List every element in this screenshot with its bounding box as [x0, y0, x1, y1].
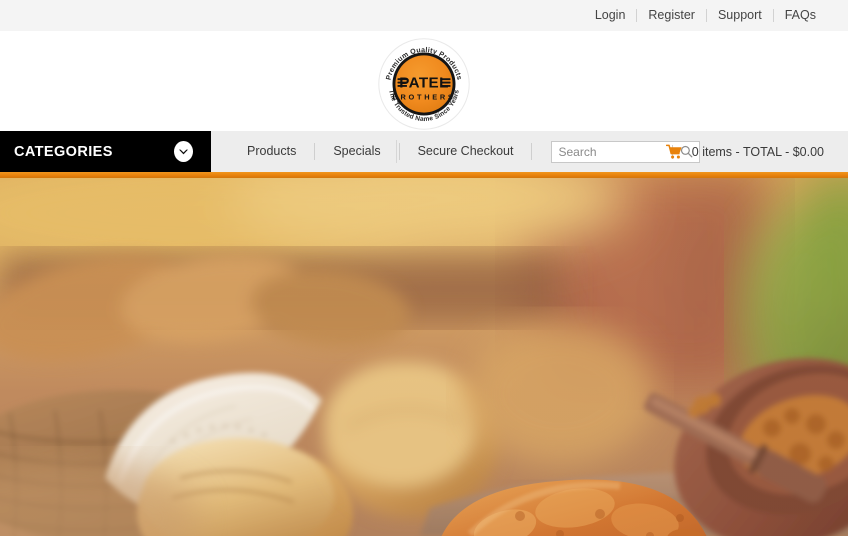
register-link[interactable]: Register: [637, 0, 706, 31]
chevron-down-glyph: [179, 149, 188, 154]
main-navigation-bar: CATEGORIES Products Specials Secure Chec…: [0, 131, 848, 172]
logo-badge-icon: Premium Quality Products The Trusted Nam…: [378, 38, 470, 130]
cart-separator: [396, 140, 397, 163]
svg-text:BROTHERS: BROTHERS: [392, 92, 455, 101]
categories-menu-button[interactable]: CATEGORIES: [0, 131, 211, 172]
chevron-down-icon[interactable]: [174, 141, 193, 162]
site-logo[interactable]: Premium Quality Products The Trusted Nam…: [376, 36, 472, 132]
cart-summary[interactable]: 0 items - TOTAL - $0.00: [665, 144, 824, 160]
top-utility-links: Login Register Support FAQs: [584, 0, 848, 31]
shopping-cart-icon: [665, 144, 682, 159]
nav-link-products[interactable]: Products: [229, 131, 314, 172]
logo-band: Premium Quality Products The Trusted Nam…: [0, 31, 848, 131]
nav-link-specials[interactable]: Specials: [315, 131, 398, 172]
nav-separator: [531, 143, 533, 160]
hero-banner: [0, 178, 848, 536]
page-root: Login Register Support FAQs Premium Qual…: [0, 0, 848, 536]
search-input[interactable]: [552, 141, 673, 162]
login-link[interactable]: Login: [584, 0, 637, 31]
nav-link-secure-checkout[interactable]: Secure Checkout: [400, 131, 532, 172]
categories-label: CATEGORIES: [14, 143, 113, 160]
hero-bakery-image: [0, 178, 848, 536]
cart-summary-text: 0 items - TOTAL - $0.00: [691, 144, 824, 159]
support-link[interactable]: Support: [707, 0, 773, 31]
top-utility-bar: Login Register Support FAQs: [0, 0, 848, 31]
svg-text:PATEL: PATEL: [399, 75, 449, 92]
faqs-link[interactable]: FAQs: [774, 0, 827, 31]
nav-links-region: Products Specials Secure Checkout Search…: [211, 131, 848, 172]
accent-stripe: [0, 172, 848, 178]
